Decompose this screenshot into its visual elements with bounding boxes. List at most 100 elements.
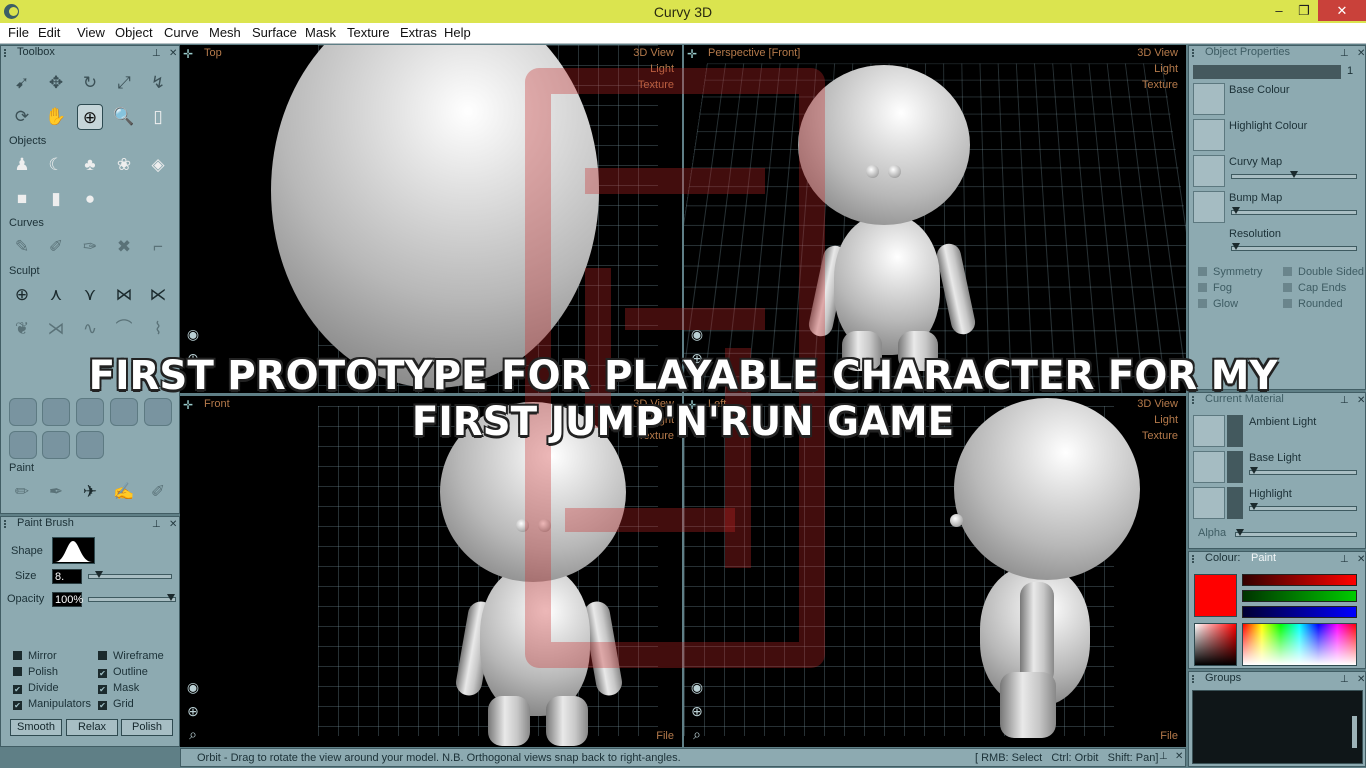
spray-icon[interactable]: ✈	[77, 479, 103, 505]
orbit-view-icon[interactable]: ⊕	[184, 702, 202, 720]
grid-checkbox[interactable]: ✔ Grid	[98, 698, 134, 710]
brush-icon[interactable]: ✏	[9, 479, 35, 505]
hand-pan-icon[interactable]: ✋	[43, 104, 69, 130]
bump-map-slider-knob[interactable]	[1232, 207, 1240, 214]
sculpt-arch-icon[interactable]: ⌒	[111, 316, 137, 342]
menu-extras[interactable]: Extras	[400, 25, 437, 40]
blur-brush-icon[interactable]: ✍	[111, 479, 137, 505]
symmetry-checkbox[interactable]: Symmetry	[1198, 266, 1263, 278]
alpha-slider[interactable]	[1235, 529, 1357, 537]
smudge-brush-icon[interactable]: ✒	[43, 479, 69, 505]
curve-edit-icon[interactable]: ✐	[43, 234, 69, 260]
resolution-slider[interactable]	[1231, 243, 1357, 251]
size-slider-knob[interactable]	[95, 571, 103, 578]
resolution-slider-knob[interactable]	[1232, 243, 1240, 250]
relax-button[interactable]: Relax	[66, 719, 118, 736]
viewport-top[interactable]: ✛ Top 3D View Light Texture ◉ ⊕	[180, 45, 682, 393]
3d-view-link[interactable]: 3D View	[633, 47, 674, 59]
pin-icon[interactable]: ⊥	[1340, 553, 1349, 566]
menu-curve[interactable]: Curve	[164, 25, 199, 40]
menu-help[interactable]: Help	[444, 25, 471, 40]
drag-handle-icon[interactable]: ✛	[687, 47, 697, 61]
file-link[interactable]: File	[656, 730, 674, 742]
sculpt-smudge-icon[interactable]: ❦	[9, 316, 35, 342]
curve-cross-icon[interactable]: ✖	[111, 234, 137, 260]
close-icon[interactable]: ✕	[1357, 553, 1365, 566]
close-icon[interactable]: ✕	[1357, 394, 1365, 407]
close-button[interactable]: ✕	[1318, 0, 1366, 21]
orbit-view-icon[interactable]: ⊕	[688, 702, 706, 720]
sculpt-pinch-icon[interactable]: ⋈	[111, 282, 137, 308]
object-selector[interactable]	[1193, 65, 1341, 79]
menu-view[interactable]: View	[77, 25, 105, 40]
blob-icon[interactable]: ❀	[111, 152, 137, 178]
curve-pen-icon[interactable]: ✎	[9, 234, 35, 260]
colour-mode-tab[interactable]: Paint	[1251, 552, 1276, 565]
pivot-icon[interactable]: ↯	[145, 70, 171, 96]
light-link[interactable]: Light	[1154, 63, 1178, 75]
camera-icon[interactable]: ◉	[688, 325, 706, 343]
curve-smooth-icon[interactable]: ✑	[77, 234, 103, 260]
viewport-left[interactable]: ✛ Left 3D View Light Texture File ◉ ⊕ ⌕	[684, 396, 1186, 747]
green-channel-bar[interactable]	[1242, 590, 1357, 602]
opacity-slider[interactable]	[88, 594, 176, 602]
menu-edit[interactable]: Edit	[38, 25, 60, 40]
rotate-icon[interactable]: ↻	[77, 70, 103, 96]
curve-corner-icon[interactable]: ⌐	[145, 234, 171, 260]
saturation-square[interactable]	[1194, 623, 1237, 666]
pin-icon[interactable]: ⊥	[152, 47, 161, 60]
sphere-icon[interactable]: ●	[77, 186, 103, 212]
sculpt-flatten-icon[interactable]: ⋊	[43, 316, 69, 342]
alpha-slider-knob[interactable]	[1236, 529, 1244, 536]
mirror-checkbox[interactable]: Mirror	[13, 650, 57, 662]
cylinder-icon[interactable]: ▮	[43, 186, 69, 212]
move-icon[interactable]: ✥	[43, 70, 69, 96]
texture-link[interactable]: Texture	[638, 79, 674, 91]
zoom-view-icon[interactable]: ⌕	[184, 725, 202, 743]
divide-checkbox[interactable]: ✔ Divide	[13, 682, 59, 694]
opacity-field[interactable]: 100%	[52, 592, 83, 607]
sculpt-grab-icon[interactable]: ⊕	[9, 282, 35, 308]
zoom-icon[interactable]: 🔍	[111, 104, 137, 130]
double-sided-checkbox[interactable]: Double Sided	[1283, 266, 1364, 278]
highlight-slider-knob[interactable]	[1250, 503, 1258, 510]
menu-texture[interactable]: Texture	[347, 25, 390, 40]
sculpt-inflate-icon[interactable]: ⋉	[145, 282, 171, 308]
highlight-colour[interactable]	[1227, 487, 1243, 519]
pin-icon[interactable]: ⊥	[1340, 673, 1349, 686]
sculpt-wave-icon[interactable]: ∿	[77, 316, 103, 342]
sculpt-pull-icon[interactable]: ⋏	[43, 282, 69, 308]
curvy-map-slider-knob[interactable]	[1290, 171, 1298, 178]
brush-shape-preview[interactable]	[52, 537, 95, 564]
menu-object[interactable]: Object	[115, 25, 153, 40]
pin-icon[interactable]: ⊥	[152, 518, 161, 531]
target-icon[interactable]: ⊕	[77, 104, 103, 130]
base-light-swatch[interactable]	[1193, 451, 1225, 483]
cube-icon[interactable]: ■	[9, 186, 35, 212]
pin-icon[interactable]: ⊥	[1159, 751, 1168, 762]
base-light-slider[interactable]	[1249, 467, 1357, 475]
wireframe-checkbox[interactable]: Wireframe	[98, 650, 164, 662]
close-icon[interactable]: ✕	[169, 518, 177, 531]
zoom-view-icon[interactable]: ⌕	[688, 725, 706, 743]
close-icon[interactable]: ✕	[1357, 673, 1365, 686]
outline-checkbox[interactable]: ✔ Outline	[98, 666, 148, 678]
close-icon[interactable]: ✕	[1175, 751, 1183, 762]
mask-checkbox[interactable]: ✔ Mask	[98, 682, 139, 694]
sculpt-push-icon[interactable]: ⋎	[77, 282, 103, 308]
cap-ends-checkbox[interactable]: Cap Ends	[1283, 282, 1346, 294]
hue-spectrum[interactable]	[1242, 623, 1357, 666]
polish-checkbox[interactable]: Polish	[13, 666, 58, 678]
minimize-button[interactable]: –	[1268, 0, 1290, 21]
fog-checkbox[interactable]: Fog	[1198, 282, 1232, 294]
tree-icon[interactable]: ♣	[77, 152, 103, 178]
size-field[interactable]: 8.	[52, 569, 82, 584]
size-slider[interactable]	[88, 571, 172, 579]
smooth-button[interactable]: Smooth	[10, 719, 62, 736]
highlight-slider[interactable]	[1249, 503, 1357, 511]
red-channel-bar[interactable]	[1242, 574, 1357, 586]
orbit-icon[interactable]: ⟳	[9, 104, 35, 130]
base-light-slider-knob[interactable]	[1250, 467, 1258, 474]
scale-icon[interactable]: ⤢	[111, 70, 137, 96]
pin-icon[interactable]: ⊥	[1340, 47, 1349, 60]
